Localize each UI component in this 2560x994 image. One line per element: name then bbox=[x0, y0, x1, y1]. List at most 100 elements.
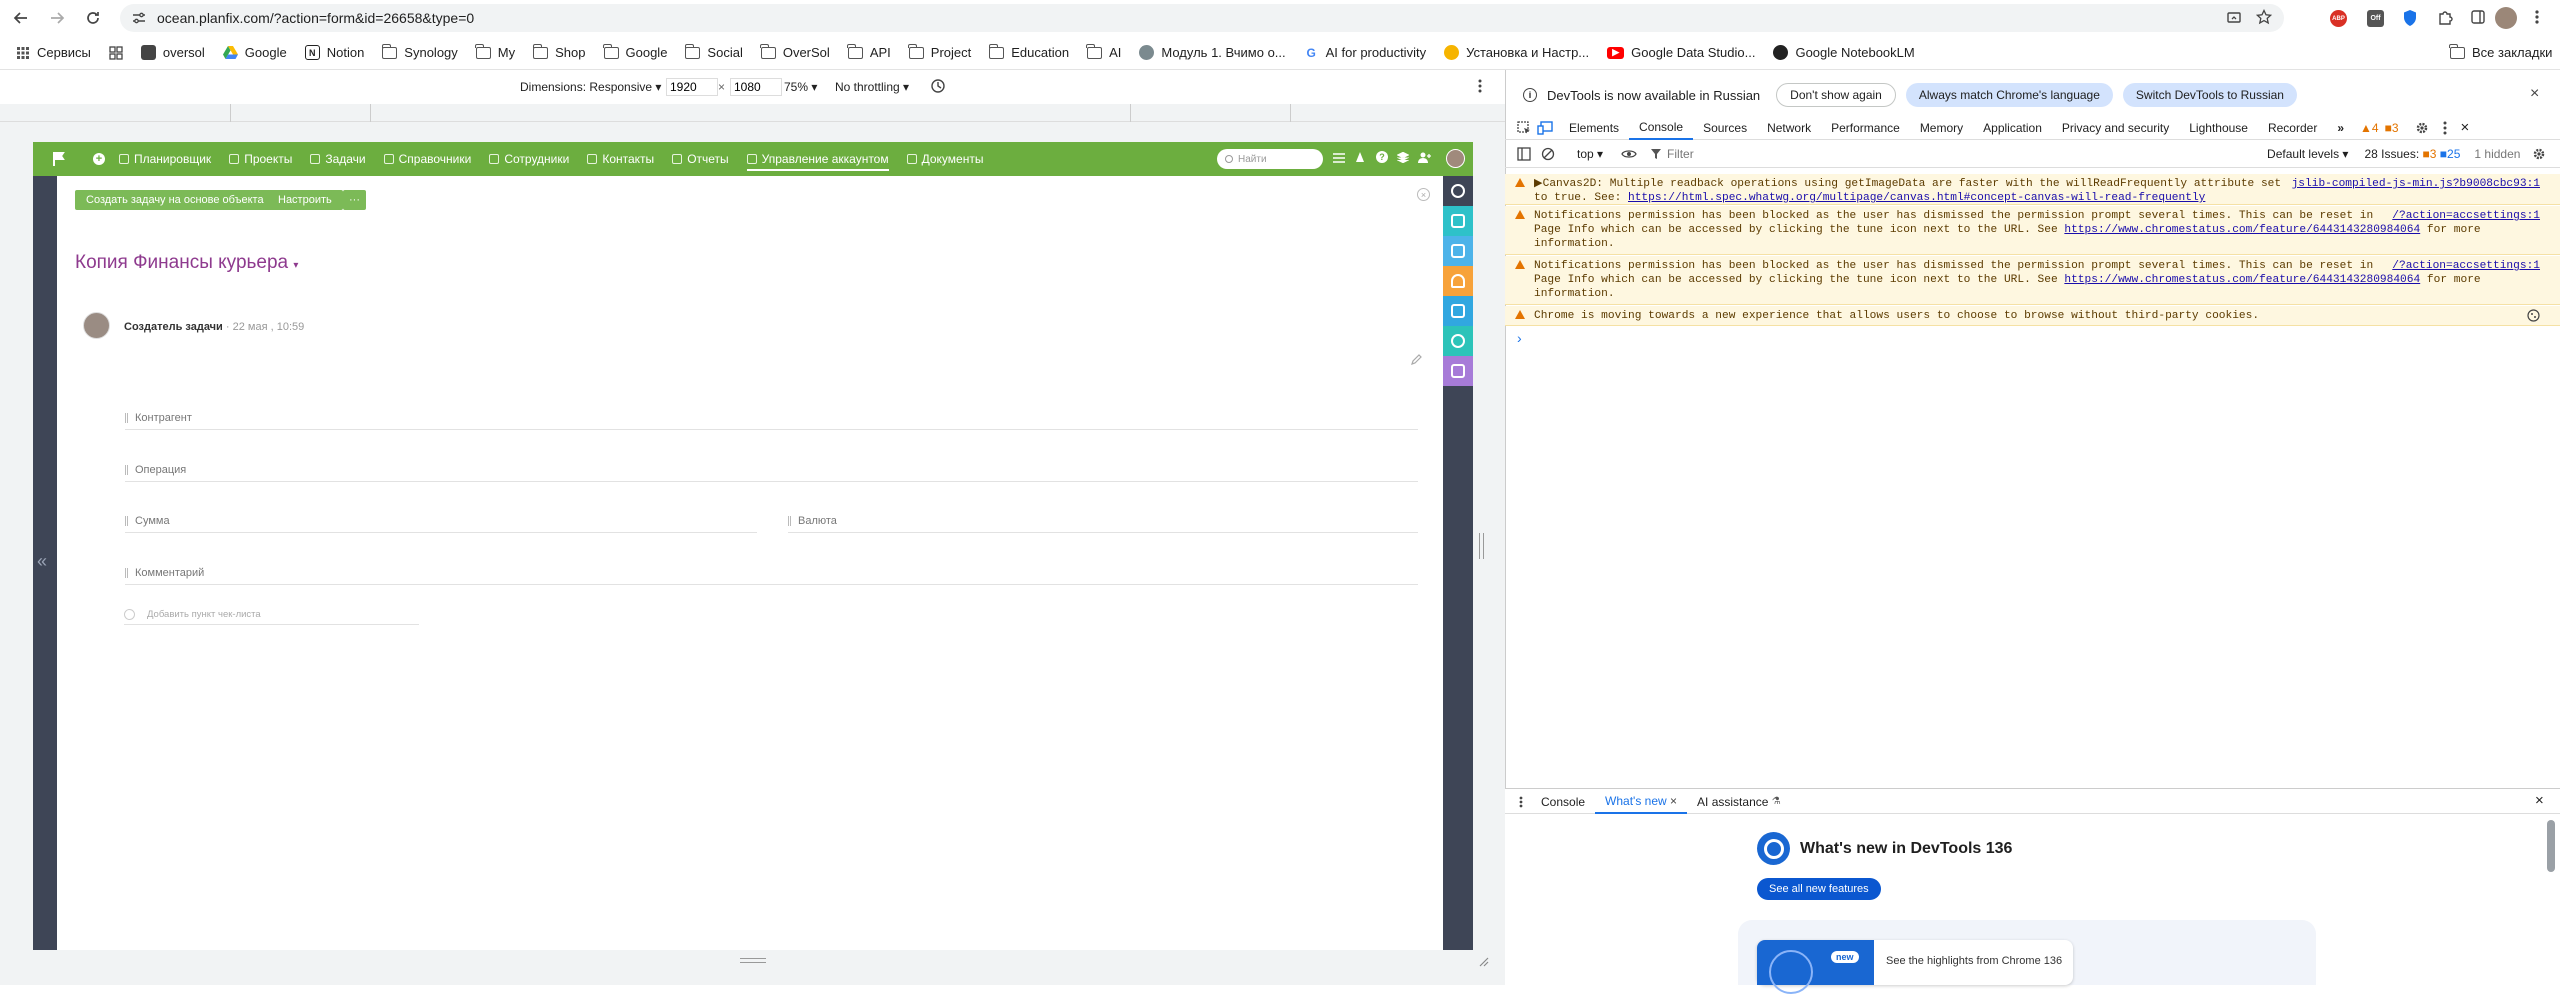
bookmark-folder-project[interactable]: Project bbox=[908, 43, 971, 60]
rotate-icon[interactable] bbox=[930, 78, 946, 94]
sidebar-icon[interactable] bbox=[2470, 9, 2486, 25]
bookmark-folder-api[interactable]: API bbox=[847, 43, 891, 60]
strip-action-5-icon[interactable] bbox=[1443, 296, 1473, 326]
dont-show-again-button[interactable]: Don't show again bbox=[1776, 83, 1896, 107]
nav-reports[interactable]: Отчеты bbox=[672, 152, 729, 166]
planfix-search[interactable]: Найти bbox=[1217, 149, 1323, 169]
create-task-from-object-button[interactable]: Создать задачу на основе объекта bbox=[75, 190, 275, 210]
bookmark-folder-social[interactable]: Social bbox=[684, 43, 743, 60]
profile-avatar[interactable] bbox=[2495, 7, 2517, 29]
drawer-scrollbar-thumb[interactable] bbox=[2547, 820, 2555, 872]
nav-directories[interactable]: Справочники bbox=[383, 152, 471, 166]
key-strip-icon[interactable] bbox=[1443, 326, 1473, 356]
message-link[interactable]: https://www.chromestatus.com/feature/644… bbox=[2064, 224, 2420, 236]
shield-extension-icon[interactable] bbox=[2402, 9, 2418, 27]
message-source-link[interactable]: /?action=accsettings:1 bbox=[2392, 259, 2540, 273]
bookmark-folder-education[interactable]: Education bbox=[988, 43, 1069, 60]
strip-action-3-icon[interactable] bbox=[1443, 236, 1473, 266]
message-link[interactable]: https://html.spec.whatwg.org/multipage/c… bbox=[1628, 192, 2205, 204]
collapse-arrows-icon[interactable]: « bbox=[37, 551, 47, 572]
height-input[interactable] bbox=[730, 78, 782, 96]
message-link[interactable]: https://www.chromestatus.com/feature/644… bbox=[2064, 274, 2420, 286]
device-menu-icon[interactable] bbox=[1478, 79, 1482, 93]
all-bookmarks[interactable]: Все закладки bbox=[2449, 43, 2552, 60]
nav-tasks[interactable]: Задачи bbox=[310, 152, 366, 166]
nav-employees[interactable]: Сотрудники bbox=[489, 152, 569, 166]
close-form-icon[interactable]: × bbox=[1417, 188, 1430, 201]
tab-elements[interactable]: Elements bbox=[1559, 116, 1629, 140]
more-tabs-icon[interactable]: » bbox=[2327, 116, 2354, 140]
highlights-card[interactable]: new See the highlights from Chrome 136 bbox=[1757, 940, 2073, 994]
forward-icon[interactable] bbox=[48, 9, 66, 27]
nav-projects[interactable]: Проекты bbox=[229, 152, 292, 166]
drawer-tab-whats-new[interactable]: What's new × bbox=[1595, 790, 1688, 814]
bookmark-folder-oversol[interactable]: OverSol bbox=[760, 43, 830, 60]
viewport-resize-handle-right[interactable] bbox=[1479, 533, 1484, 559]
drawer-menu-icon[interactable] bbox=[1519, 796, 1523, 808]
title-dropdown-icon[interactable]: ▾ bbox=[293, 260, 298, 271]
bookmark-folder-google[interactable]: Google bbox=[602, 43, 667, 60]
live-expression-eye-icon[interactable] bbox=[1621, 148, 1637, 160]
drawer-tab-ai-assistance[interactable]: AI assistance ⚗ bbox=[1687, 790, 1791, 814]
inspect-element-icon[interactable] bbox=[1517, 120, 1531, 135]
console-prompt[interactable]: › bbox=[1517, 330, 1522, 346]
console-warning-notifications-1[interactable]: Notifications permission has been blocke… bbox=[1505, 206, 2560, 255]
console-filter-input[interactable]: Filter bbox=[1651, 147, 2211, 161]
devtools-menu-icon[interactable] bbox=[2443, 121, 2447, 135]
switch-to-russian-button[interactable]: Switch DevTools to Russian bbox=[2122, 83, 2297, 107]
author-avatar[interactable] bbox=[83, 312, 110, 339]
comment-field[interactable]: Комментарий bbox=[125, 561, 1418, 585]
close-tab-icon[interactable]: × bbox=[1670, 794, 1677, 808]
more-actions-button[interactable]: ··· bbox=[343, 190, 366, 210]
nav-contacts[interactable]: Контакты bbox=[587, 152, 654, 166]
drag-handle-icon[interactable] bbox=[125, 515, 128, 526]
settings-gear-icon[interactable] bbox=[2415, 121, 2429, 135]
sidebar-toggle-icon[interactable] bbox=[1517, 147, 1531, 161]
bookmark-oversol[interactable]: oversol bbox=[140, 45, 205, 60]
tab-lighthouse[interactable]: Lighthouse bbox=[2179, 116, 2258, 140]
console-warning-canvas[interactable]: ▶Canvas2D: Multiple readback operations … bbox=[1505, 174, 2560, 205]
bookmark-folder-my[interactable]: My bbox=[475, 43, 515, 60]
strip-action-2-icon[interactable] bbox=[1443, 206, 1473, 236]
bookmark-google-drive[interactable]: Google bbox=[222, 45, 287, 60]
drag-handle-icon[interactable] bbox=[788, 515, 791, 526]
always-match-language-button[interactable]: Always match Chrome's language bbox=[1905, 83, 2113, 107]
kebab-menu-icon[interactable] bbox=[2535, 9, 2539, 25]
close-drawer-icon[interactable]: × bbox=[2535, 792, 2544, 809]
clear-console-icon[interactable] bbox=[1541, 147, 1555, 161]
drag-handle-icon[interactable] bbox=[125, 464, 128, 475]
add-user-icon[interactable] bbox=[1418, 152, 1431, 163]
console-settings-icon[interactable] bbox=[2532, 147, 2546, 161]
width-input[interactable] bbox=[666, 78, 718, 96]
nav-account-management[interactable]: Управление аккаунтом bbox=[746, 152, 889, 171]
bookmark-module[interactable]: Модуль 1. Вчимо о... bbox=[1139, 45, 1286, 60]
extension-icon[interactable]: Off bbox=[2367, 10, 2384, 27]
nav-documents[interactable]: Документы bbox=[906, 152, 983, 166]
extensions-puzzle-icon[interactable] bbox=[2437, 10, 2453, 26]
context-select[interactable]: top ▾ bbox=[1577, 147, 1603, 161]
tab-performance[interactable]: Performance bbox=[1821, 116, 1910, 140]
edit-pencil-icon[interactable] bbox=[1411, 353, 1423, 365]
address-bar[interactable]: ocean.planfix.com/?action=form&id=26658&… bbox=[120, 4, 2284, 32]
rocket-icon[interactable] bbox=[1355, 152, 1365, 164]
help-icon[interactable]: ? bbox=[1376, 151, 1388, 163]
strip-action-1-icon[interactable] bbox=[1443, 176, 1473, 206]
see-all-features-button[interactable]: See all new features bbox=[1757, 878, 1881, 900]
bookmark-folder-shop[interactable]: Shop bbox=[532, 43, 586, 60]
bookmark-ai-productivity[interactable]: G AI for productivity bbox=[1303, 45, 1426, 60]
reload-icon[interactable] bbox=[84, 9, 102, 27]
add-checklist-item[interactable]: Добавить пункт чек-листа bbox=[124, 604, 419, 625]
tab-memory[interactable]: Memory bbox=[1910, 116, 1973, 140]
left-collapse-strip[interactable]: « bbox=[33, 176, 57, 950]
throttling-select[interactable]: No throttling ▾ bbox=[835, 80, 909, 94]
bookmark-services[interactable]: Сервисы bbox=[16, 45, 91, 60]
log-levels-select[interactable]: Default levels ▾ bbox=[2267, 147, 2348, 161]
adblock-extension-icon[interactable]: ABP bbox=[2330, 10, 2347, 27]
add-plus-icon[interactable]: + bbox=[93, 153, 105, 165]
sum-field[interactable]: Сумма bbox=[125, 509, 757, 533]
tab-application[interactable]: Application bbox=[1973, 116, 2052, 140]
bookmark-grid[interactable] bbox=[109, 45, 123, 60]
issues-counter[interactable]: 28 Issues: ■3 ■25 bbox=[2364, 147, 2460, 161]
author-name[interactable]: Создатель задачи bbox=[124, 321, 223, 333]
user-avatar[interactable] bbox=[1446, 149, 1465, 168]
